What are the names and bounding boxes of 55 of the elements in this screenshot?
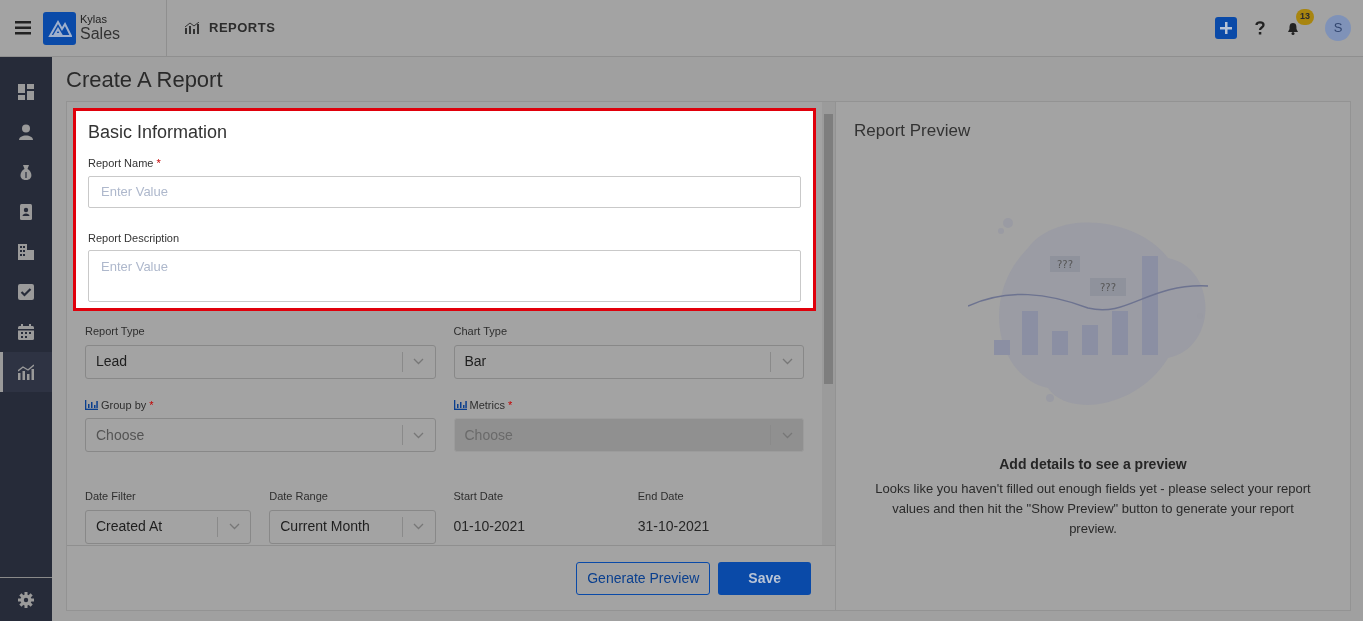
help-icon[interactable] (1255, 21, 1265, 35)
bubble-mark: ??? (1057, 258, 1073, 270)
field-label: Start Date (453, 489, 504, 505)
select-field[interactable]: Bar (453, 344, 804, 379)
field-label: Report Type (85, 324, 145, 340)
brand-name: Kylas (80, 13, 108, 26)
field-label: Group by * (101, 397, 154, 413)
settings-icon[interactable] (18, 591, 34, 608)
plus-icon (1220, 22, 1232, 34)
field-label: Report Description (88, 230, 181, 246)
person-icon (18, 124, 34, 140)
building-icon (18, 244, 34, 260)
field-label: Chart Type (453, 324, 508, 340)
field-label: Date Range (269, 489, 328, 505)
chevron-down-icon (413, 358, 424, 366)
save-button[interactable]: Save (718, 561, 811, 595)
brand-product: Sales (80, 25, 121, 43)
add-button[interactable] (1215, 17, 1237, 39)
checkbox-icon (18, 284, 34, 300)
select-field[interactable]: Current Month (269, 509, 436, 544)
notification-count: 13 (1296, 9, 1314, 25)
preview-heading: Add details to see a preview (999, 454, 1187, 474)
notification-bell-icon[interactable] (1287, 22, 1299, 36)
calendar-icon (18, 324, 34, 340)
description-field[interactable]: Enter Value (88, 250, 801, 303)
sidebar-item[interactable] (0, 352, 52, 392)
section-title: REPORTS (209, 19, 276, 38)
bubble-mark: ??? (1100, 281, 1116, 293)
contact-book-icon (18, 204, 34, 220)
money-bag-icon (18, 164, 34, 180)
scrollbar[interactable] (822, 102, 835, 545)
chevron-down-icon (413, 431, 424, 439)
date-value: 01-10-2021 (453, 517, 527, 537)
chevron-down-icon (228, 523, 240, 531)
name-field[interactable]: Enter Value (88, 175, 801, 208)
chevron-down-icon (781, 358, 793, 366)
menu-icon[interactable] (15, 21, 31, 35)
preview-title: Report Preview (854, 120, 971, 143)
date-value: 31-10-2021 (637, 517, 711, 537)
section-heading: Basic Information (88, 121, 229, 145)
select-field[interactable]: Created At (85, 509, 252, 544)
mountain-icon (47, 19, 72, 37)
preview-message: Looks like you haven't filled out enough fields yet - please select your report values and then hit the "Show Preview" button to generate your report preview. (874, 479, 1312, 538)
generate-preview-button[interactable]: Generate Preview (576, 561, 711, 595)
chart-icon (18, 364, 34, 380)
field-label: Date Filter (85, 489, 136, 505)
chevron-down-icon (781, 431, 793, 439)
dashboard-icon (18, 84, 34, 100)
field-label: Report Name * (88, 156, 162, 172)
page-title: Create A Report (66, 67, 224, 94)
report-chart-icon (185, 22, 200, 34)
field-label: End Date (637, 489, 684, 505)
select-field[interactable]: Lead (85, 344, 436, 379)
chevron-down-icon (413, 523, 424, 531)
field-label: Metrics * (469, 397, 513, 413)
